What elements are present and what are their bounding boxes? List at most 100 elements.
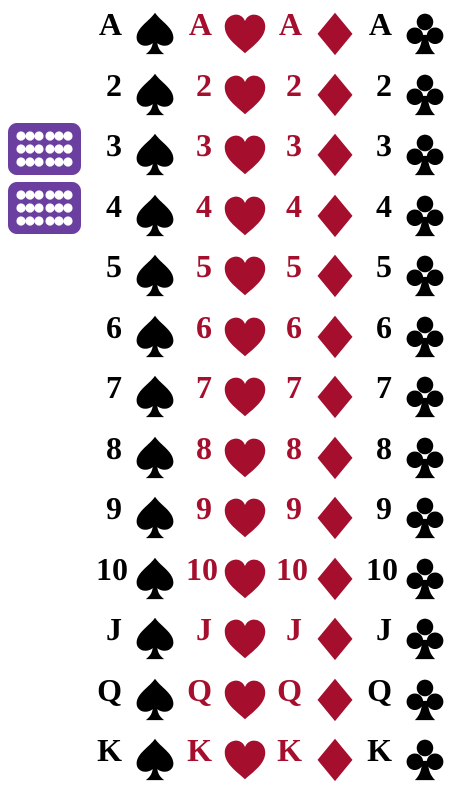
card-2-of-spades[interactable]: 2 [96,65,184,121]
card-k-of-clubs[interactable]: K [366,730,450,786]
card-8-of-diamonds[interactable]: 8 [276,428,364,484]
card-a-of-hearts[interactable]: A [186,4,274,60]
card-q-of-spades[interactable]: Q [96,670,184,726]
heart-icon [222,71,268,117]
draw-deck[interactable] [8,182,81,234]
card-rank-label: 8 [376,429,392,466]
card-q-of-hearts[interactable]: Q [186,670,274,726]
card-rank-label: A [188,6,212,42]
card-9-of-diamonds[interactable]: 9 [276,488,364,544]
card-rank-label: 3 [196,127,212,163]
card-rank-label: K [367,732,392,768]
card-6-of-hearts[interactable]: 6 [186,307,274,363]
card-rank-label: 10 [96,550,128,587]
card-k-of-hearts[interactable]: K [186,730,274,786]
card-3-of-diamonds[interactable]: 3 [276,125,364,181]
heart-icon [222,676,268,722]
card-rank-label: 7 [196,369,212,405]
card-10-of-hearts[interactable]: 10 [186,549,274,605]
card-7-of-diamonds[interactable]: 7 [276,367,364,423]
card-a-of-spades[interactable]: A [96,4,184,60]
spade-icon [132,434,178,480]
spade-icon [132,71,178,117]
heart-icon [222,373,268,419]
card-rank-label: 7 [286,369,302,405]
card-rank-label: 6 [196,308,212,345]
club-icon [402,71,448,117]
card-back-icon [16,190,73,226]
card-rank-label: 3 [106,127,122,163]
card-4-of-clubs[interactable]: 4 [366,186,450,242]
club-icon [402,676,448,722]
card-j-of-spades[interactable]: J [96,609,184,665]
card-6-of-diamonds[interactable]: 6 [276,307,364,363]
card-6-of-spades[interactable]: 6 [96,307,184,363]
card-k-of-diamonds[interactable]: K [276,730,364,786]
card-a-of-clubs[interactable]: A [366,4,450,60]
diamond-icon [312,131,358,177]
card-rank-label: 2 [286,66,302,103]
card-rank-label: 4 [106,187,122,224]
card-rank-label: 5 [286,248,302,284]
card-q-of-diamonds[interactable]: Q [276,670,364,726]
card-8-of-hearts[interactable]: 8 [186,428,274,484]
card-rank-label: J [106,611,122,647]
card-3-of-spades[interactable]: 3 [96,125,184,181]
club-icon [402,373,448,419]
diamond-icon [312,736,358,782]
card-rank-label: 4 [196,187,212,224]
spade-icon [132,615,178,661]
diamond-icon [312,676,358,722]
card-8-of-clubs[interactable]: 8 [366,428,450,484]
card-5-of-hearts[interactable]: 5 [186,246,274,302]
card-2-of-diamonds[interactable]: 2 [276,65,364,121]
card-rank-label: A [278,6,302,42]
card-rank-label: 4 [376,187,392,224]
card-3-of-hearts[interactable]: 3 [186,125,274,181]
spade-icon [132,192,178,238]
card-rank-label: 2 [376,66,392,103]
card-5-of-clubs[interactable]: 5 [366,246,450,302]
spade-icon [132,313,178,359]
card-8-of-spades[interactable]: 8 [96,428,184,484]
card-5-of-diamonds[interactable]: 5 [276,246,364,302]
card-j-of-diamonds[interactable]: J [276,609,364,665]
card-a-of-diamonds[interactable]: A [276,4,364,60]
card-rank-label: A [368,6,392,42]
card-rank-label: J [376,611,392,647]
card-rank-label: 3 [376,127,392,163]
card-10-of-diamonds[interactable]: 10 [276,549,364,605]
card-rank-label: K [277,732,302,768]
spade-icon [132,131,178,177]
heart-icon [222,131,268,177]
card-k-of-spades[interactable]: K [96,730,184,786]
card-4-of-hearts[interactable]: 4 [186,186,274,242]
card-6-of-clubs[interactable]: 6 [366,307,450,363]
draw-deck[interactable] [8,123,81,175]
card-9-of-hearts[interactable]: 9 [186,488,274,544]
card-7-of-spades[interactable]: 7 [96,367,184,423]
card-2-of-hearts[interactable]: 2 [186,65,274,121]
card-rank-label: Q [367,671,392,708]
card-10-of-clubs[interactable]: 10 [366,549,450,605]
card-rank-label: A [98,6,122,42]
card-4-of-diamonds[interactable]: 4 [276,186,364,242]
card-3-of-clubs[interactable]: 3 [366,125,450,181]
card-rank-label: 2 [106,66,122,103]
card-9-of-spades[interactable]: 9 [96,488,184,544]
card-4-of-spades[interactable]: 4 [96,186,184,242]
card-2-of-clubs[interactable]: 2 [366,65,450,121]
card-rank-label: 10 [276,550,308,587]
spade-icon [132,494,178,540]
card-7-of-hearts[interactable]: 7 [186,367,274,423]
card-q-of-clubs[interactable]: Q [366,670,450,726]
card-rank-label: K [187,732,212,768]
card-j-of-hearts[interactable]: J [186,609,274,665]
card-5-of-spades[interactable]: 5 [96,246,184,302]
card-9-of-clubs[interactable]: 9 [366,488,450,544]
card-rank-label: 8 [196,429,212,466]
card-10-of-spades[interactable]: 10 [96,549,184,605]
card-j-of-clubs[interactable]: J [366,609,450,665]
card-7-of-clubs[interactable]: 7 [366,367,450,423]
spade-icon [132,555,178,601]
